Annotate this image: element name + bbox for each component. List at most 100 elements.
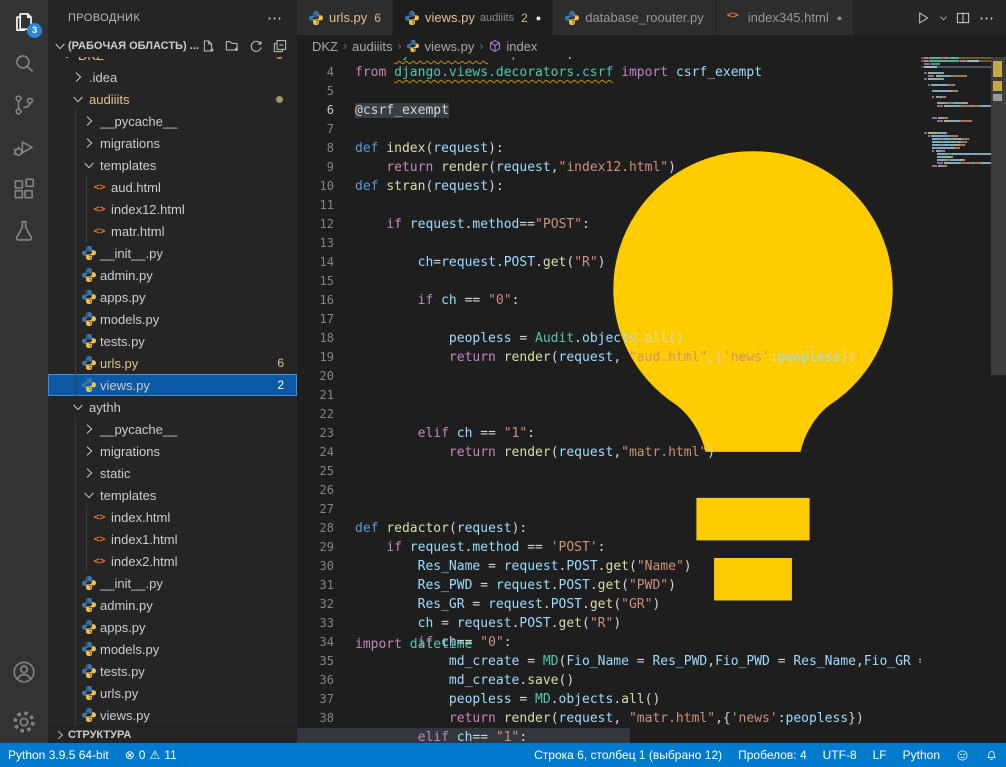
tree-item-migrations[interactable]: migrations bbox=[48, 440, 297, 462]
more-icon[interactable]: ⋯ bbox=[976, 7, 998, 29]
tree-item-urls.py[interactable]: urls.py bbox=[48, 682, 297, 704]
line-number[interactable]: 15 bbox=[297, 272, 355, 291]
code-line-5[interactable]: 5import datetime bbox=[297, 82, 921, 101]
breadcrumb-item-audiiits[interactable]: audiiits bbox=[352, 39, 392, 54]
line-number[interactable]: 27 bbox=[297, 500, 355, 519]
line-number[interactable]: 20 bbox=[297, 367, 355, 386]
tree-item-audiiits[interactable]: audiiits bbox=[48, 88, 297, 110]
line-number[interactable]: 30 bbox=[297, 557, 355, 576]
activity-bar-item-account[interactable] bbox=[0, 651, 48, 693]
activity-bar-item-source-control[interactable] bbox=[0, 84, 48, 126]
line-number[interactable]: 13 bbox=[297, 234, 355, 253]
tree-item-__init__.py[interactable]: __init__.py bbox=[48, 242, 297, 264]
line-number[interactable]: 36 bbox=[297, 671, 355, 690]
chevron-down-icon[interactable] bbox=[936, 7, 950, 29]
tree-item-index2.html[interactable]: <>index2.html bbox=[48, 550, 297, 572]
line-number[interactable]: 8 bbox=[297, 139, 355, 158]
tree-item-tests.py[interactable]: tests.py bbox=[48, 330, 297, 352]
split-editor-icon[interactable] bbox=[952, 7, 974, 29]
line-number[interactable]: 10 bbox=[297, 177, 355, 196]
tree-item-aythh[interactable]: aythh bbox=[48, 396, 297, 418]
workspace-section-header[interactable]: (РАБОЧАЯ ОБЛАСТЬ) ... bbox=[48, 35, 297, 57]
breadcrumb-item-views.py[interactable]: views.py bbox=[406, 39, 474, 54]
tree-item-tests.py[interactable]: tests.py bbox=[48, 660, 297, 682]
activity-bar-item-files[interactable]: 3 bbox=[0, 0, 48, 42]
problems-summary[interactable]: ⊗0⚠11 bbox=[117, 743, 185, 767]
activity-bar-item-search[interactable] bbox=[0, 42, 48, 84]
python-interpreter[interactable]: Python 3.9.5 64-bit bbox=[0, 743, 117, 767]
line-number[interactable]: 33 bbox=[297, 614, 355, 633]
scrollbar-overview-ruler[interactable] bbox=[991, 57, 1006, 743]
line-number[interactable]: 29 bbox=[297, 538, 355, 557]
tree-item-apps.py[interactable]: apps.py bbox=[48, 286, 297, 308]
line-number[interactable]: 22 bbox=[297, 405, 355, 424]
tree-item-views.py[interactable]: views.py2 bbox=[48, 374, 297, 396]
code-line-36[interactable]: 36 md_create.save() bbox=[297, 671, 921, 690]
line-number[interactable]: 24 bbox=[297, 443, 355, 462]
tree-item-.idea[interactable]: .idea bbox=[48, 66, 297, 88]
line-number[interactable]: 5 bbox=[297, 82, 355, 101]
line-number[interactable]: 6 bbox=[297, 101, 355, 120]
modified-dot[interactable]: ● bbox=[837, 13, 842, 23]
tree-item-templates[interactable]: templates bbox=[48, 154, 297, 176]
line-number[interactable]: 21 bbox=[297, 386, 355, 405]
tree-item-__pycache__[interactable]: __pycache__ bbox=[48, 418, 297, 440]
tree-item-admin.py[interactable]: admin.py bbox=[48, 264, 297, 286]
tree-item-index1.html[interactable]: <>index1.html bbox=[48, 528, 297, 550]
tree-item-models.py[interactable]: models.py bbox=[48, 638, 297, 660]
tab-database_roouter.py[interactable]: database_roouter.py bbox=[553, 0, 715, 35]
tree-item-apps.py[interactable]: apps.py bbox=[48, 616, 297, 638]
run-icon[interactable] bbox=[912, 7, 934, 29]
line-number[interactable]: 9 bbox=[297, 158, 355, 177]
breadcrumb-item-index[interactable]: index bbox=[488, 39, 537, 54]
line-number[interactable]: 14 bbox=[297, 253, 355, 272]
collapse-all-icon[interactable] bbox=[271, 37, 289, 55]
lightbulb-icon[interactable] bbox=[470, 639, 921, 654]
tree-item-__init__.py[interactable]: __init__.py bbox=[48, 572, 297, 594]
notifications-bell-icon[interactable] bbox=[977, 743, 1006, 767]
activity-bar-item-test-beaker[interactable] bbox=[0, 210, 48, 252]
code-line-38[interactable]: 38 return render(request, "matr.html",{'… bbox=[297, 709, 921, 728]
indentation[interactable]: Пробелов: 4 bbox=[730, 743, 815, 767]
cursor-position[interactable]: Строка 6, столбец 1 (выбрано 12) bbox=[526, 743, 730, 767]
modified-dot[interactable]: ● bbox=[536, 13, 541, 23]
code-line-4[interactable]: 4from django.views.decorators.csrf impor… bbox=[297, 63, 921, 82]
code-line-19[interactable]: 19 return render(request, "aud.html",{'n… bbox=[297, 348, 921, 367]
line-number[interactable]: 4 bbox=[297, 63, 355, 82]
line-number[interactable]: 18 bbox=[297, 329, 355, 348]
tree-item-static[interactable]: static bbox=[48, 462, 297, 484]
tree-item-index.html[interactable]: <>index.html bbox=[48, 506, 297, 528]
activity-bar-item-extensions[interactable] bbox=[0, 168, 48, 210]
line-number[interactable]: 23 bbox=[297, 424, 355, 443]
activity-bar-item-run-debug[interactable] bbox=[0, 126, 48, 168]
line-number[interactable]: 17 bbox=[297, 310, 355, 329]
minimap[interactable] bbox=[921, 57, 991, 743]
tab-urls.py[interactable]: urls.py6 bbox=[297, 0, 392, 35]
tree-item-templates[interactable]: templates bbox=[48, 484, 297, 506]
feedback-icon[interactable] bbox=[948, 743, 977, 767]
outline-section-header[interactable]: СТРУКТУРА bbox=[48, 726, 297, 743]
new-file-icon[interactable] bbox=[199, 37, 217, 55]
language-mode[interactable]: Python bbox=[895, 743, 948, 767]
eol-sequence[interactable]: LF bbox=[865, 743, 895, 767]
tree-item-models.py[interactable]: models.py bbox=[48, 308, 297, 330]
tree-item-index12.html[interactable]: <>index12.html bbox=[48, 198, 297, 220]
tree-item-views.py[interactable]: views.py bbox=[48, 704, 297, 726]
tree-item-__pycache__[interactable]: __pycache__ bbox=[48, 110, 297, 132]
line-number[interactable]: 31 bbox=[297, 576, 355, 595]
code-line-37[interactable]: 37 peopless = MD.objects.all() bbox=[297, 690, 921, 709]
line-number[interactable]: 38 bbox=[297, 709, 355, 728]
refresh-icon[interactable] bbox=[247, 37, 265, 55]
encoding[interactable]: UTF-8 bbox=[815, 743, 865, 767]
tree-item-DKZ[interactable]: DKZ bbox=[48, 57, 297, 66]
code-editor[interactable]: 3from aythh.models import MD,Audit4from … bbox=[297, 57, 921, 743]
line-number[interactable]: 35 bbox=[297, 652, 355, 671]
line-number[interactable]: 28 bbox=[297, 519, 355, 538]
tree-item-migrations[interactable]: migrations bbox=[48, 132, 297, 154]
line-number[interactable]: 16 bbox=[297, 291, 355, 310]
line-number[interactable]: 26 bbox=[297, 481, 355, 500]
line-number[interactable]: 12 bbox=[297, 215, 355, 234]
new-folder-icon[interactable] bbox=[223, 37, 241, 55]
activity-bar-item-gear[interactable] bbox=[0, 701, 48, 743]
line-number[interactable]: 34 bbox=[297, 633, 355, 652]
